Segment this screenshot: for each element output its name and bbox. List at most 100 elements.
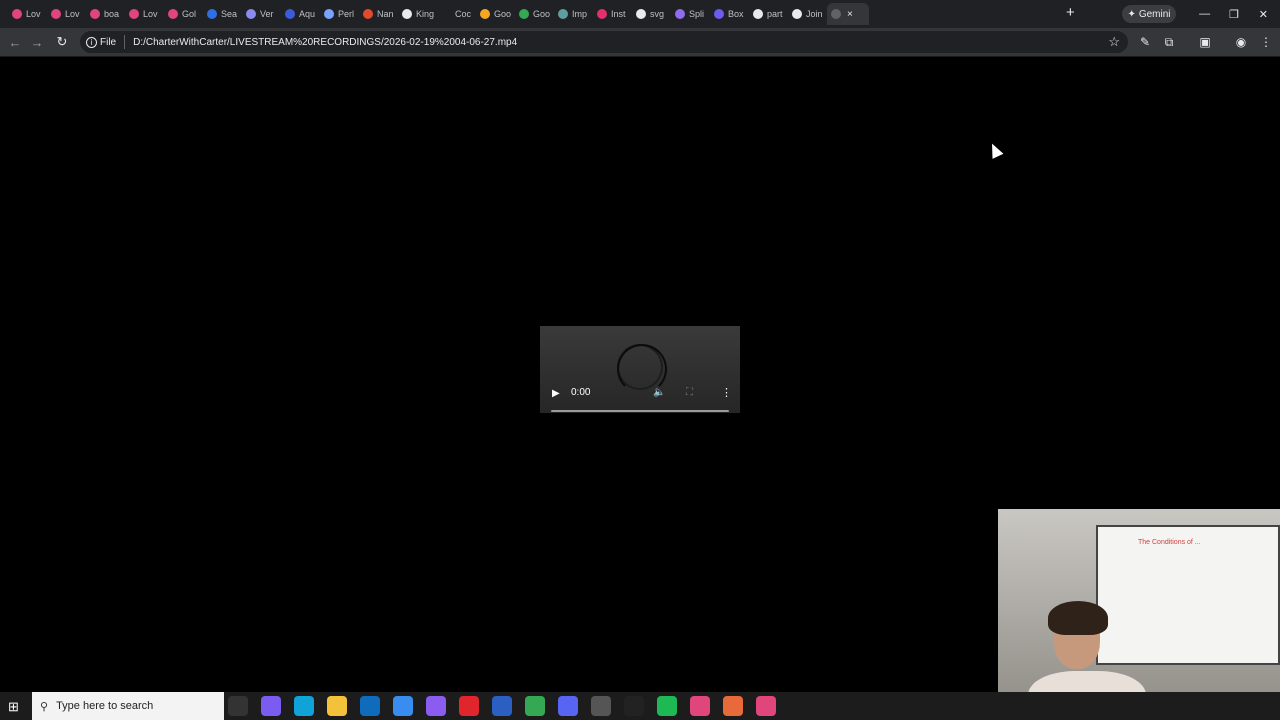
url-text[interactable]: D:/CharterWithCarter/LIVESTREAM%20RECORD… <box>133 37 517 48</box>
video-player[interactable]: ▶ 0:00 🔈 ⛶ ⋮ <box>540 326 740 413</box>
tab-label: Coc <box>455 9 472 19</box>
file-chip-label: File <box>100 36 117 48</box>
progress-bar[interactable] <box>551 410 729 412</box>
search-placeholder: Type here to search <box>56 700 154 712</box>
new-tab-button[interactable]: + <box>1066 5 1080 21</box>
window-controls: — ❐ ✕ <box>1190 4 1278 24</box>
tab-label: svg <box>650 9 665 19</box>
windows-taskbar: ⊞ ⚲ Type here to search <box>0 692 1280 720</box>
tab-favicon-icon <box>636 9 646 19</box>
tab-favicon-icon <box>597 9 607 19</box>
bookmark-star-icon[interactable]: ☆ <box>1108 34 1120 50</box>
fullscreen-icon[interactable]: ⛶ <box>686 387 693 398</box>
browser-tab[interactable]: Nan <box>359 3 398 25</box>
tab-favicon-icon <box>792 9 802 19</box>
back-icon[interactable]: ← <box>6 33 24 51</box>
streamer-hair <box>1048 601 1108 635</box>
app-circle-icon[interactable] <box>591 696 611 716</box>
tab-label: Perl <box>338 9 355 19</box>
app-orange-icon[interactable] <box>723 696 743 716</box>
loading-spinner-icon <box>617 344 667 394</box>
tab-loading-icon <box>831 9 841 19</box>
outlook-icon[interactable] <box>360 696 380 716</box>
store-icon[interactable] <box>393 696 413 716</box>
extensions-icon[interactable]: ⧉ <box>1160 33 1178 51</box>
tab-favicon-icon <box>168 9 178 19</box>
taskbar-search[interactable]: ⚲ Type here to search <box>32 692 224 720</box>
tab-label: King <box>416 9 435 19</box>
edge-icon[interactable] <box>294 696 314 716</box>
tab-label: Inst <box>611 9 626 19</box>
browser-tab[interactable]: Lov <box>8 3 47 25</box>
browser-tab[interactable]: Join <box>788 3 827 25</box>
tab-label: part <box>767 9 783 19</box>
task-view-icon[interactable] <box>228 696 248 716</box>
browser-tab[interactable]: Goo <box>476 3 515 25</box>
browser-tab[interactable]: Box <box>710 3 749 25</box>
address-bar[interactable]: i File D:/CharterWithCarter/LIVESTREAM%2… <box>80 31 1128 53</box>
opera-icon[interactable] <box>459 696 479 716</box>
tab-favicon-icon <box>207 9 217 19</box>
volume-icon[interactable]: 🔈 <box>653 387 665 398</box>
browser-tab[interactable]: Lov <box>125 3 164 25</box>
minimize-button[interactable]: — <box>1190 4 1219 24</box>
browser-tab[interactable]: Sea <box>203 3 242 25</box>
file-explorer-icon[interactable] <box>327 696 347 716</box>
forward-icon[interactable]: → <box>28 33 46 51</box>
chrome-active-icon[interactable] <box>690 696 710 716</box>
restore-button[interactable]: ❐ <box>1219 4 1248 24</box>
site-info-chip[interactable]: i File <box>86 35 126 49</box>
browser-tab[interactable]: Perl <box>320 3 359 25</box>
reload-icon[interactable]: ↻ <box>53 33 71 51</box>
browser-tab[interactable]: Ver <box>242 3 281 25</box>
app-pink-icon[interactable] <box>756 696 776 716</box>
browser-tab[interactable]: Aqu <box>281 3 320 25</box>
tab-favicon-icon <box>324 9 334 19</box>
tab-label: Join <box>806 9 823 19</box>
browser-tab[interactable]: part <box>749 3 788 25</box>
browser-tab[interactable]: Goo <box>515 3 554 25</box>
tab-favicon-icon <box>129 9 139 19</box>
tab-label: Goo <box>533 9 551 19</box>
windows-start-icon[interactable]: ⊞ <box>8 699 19 715</box>
browser-tab[interactable]: Spli <box>671 3 710 25</box>
tab-favicon-icon <box>12 9 22 19</box>
tab-favicon-icon <box>363 9 373 19</box>
browser-tab[interactable]: Inst <box>593 3 632 25</box>
side-panel-icon[interactable]: ▣ <box>1196 33 1214 51</box>
browser-tab[interactable]: King <box>398 3 437 25</box>
play-icon[interactable]: ▶ <box>552 388 560 399</box>
tab-label: Box <box>728 9 744 19</box>
profile-avatar-icon[interactable]: ◉ <box>1232 33 1250 51</box>
browser-tab[interactable]: Coc <box>437 3 476 25</box>
browser-tab[interactable]: Lov <box>47 3 86 25</box>
more-options-icon[interactable]: ⋮ <box>721 386 732 399</box>
app-g-icon[interactable] <box>624 696 644 716</box>
app-blue-icon[interactable] <box>492 696 512 716</box>
spotify-icon[interactable] <box>657 696 677 716</box>
tab-favicon-icon <box>285 9 295 19</box>
close-tab-icon[interactable]: × <box>847 9 853 20</box>
close-window-button[interactable]: ✕ <box>1249 4 1278 24</box>
tab-label: Spli <box>689 9 705 19</box>
menu-dots-icon[interactable]: ⋮ <box>1257 33 1275 51</box>
tab-label: Lov <box>65 9 80 19</box>
info-icon: i <box>86 36 97 48</box>
tab-label: Gol <box>182 9 197 19</box>
copilot-2-icon[interactable] <box>426 696 446 716</box>
copilot-icon[interactable] <box>261 696 281 716</box>
browser-tab[interactable]: boa <box>86 3 125 25</box>
tab-favicon-icon <box>441 9 451 19</box>
active-tab[interactable]: × <box>827 3 869 25</box>
tab-label: Sea <box>221 9 238 19</box>
tab-list: Lov Lov boa Lov Gol Sea Ver Aqu Perl Nan King Coc Go… <box>8 3 869 25</box>
tab-favicon-icon <box>714 9 724 19</box>
pen-icon[interactable]: ✎ <box>1136 33 1154 51</box>
discord-icon[interactable] <box>558 696 578 716</box>
chrome-icon[interactable] <box>525 696 545 716</box>
browser-tab[interactable]: Gol <box>164 3 203 25</box>
gemini-button[interactable]: ✦ Gemini <box>1122 5 1176 23</box>
tab-label: boa <box>104 9 120 19</box>
browser-tab[interactable]: svg <box>632 3 671 25</box>
browser-tab[interactable]: Imp <box>554 3 593 25</box>
